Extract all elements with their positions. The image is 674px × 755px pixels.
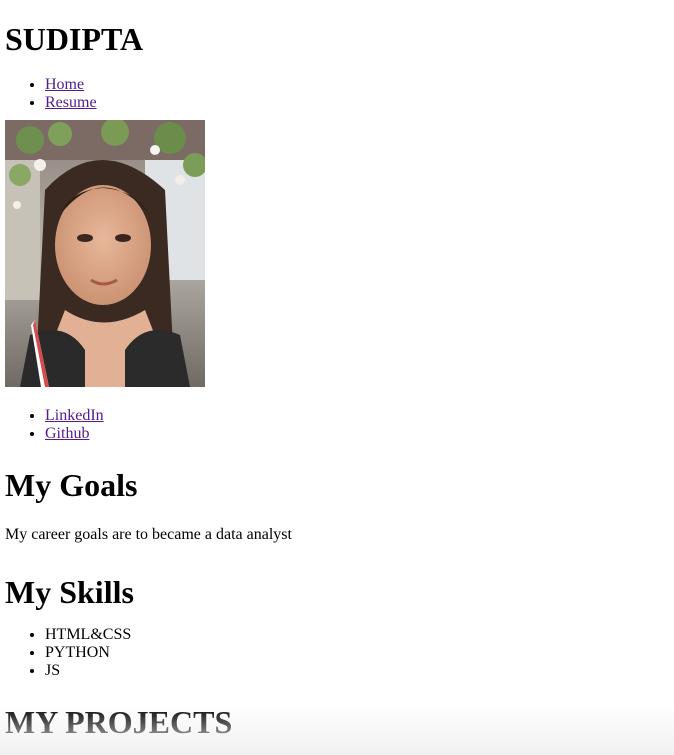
nav-item-home: Home (45, 76, 670, 94)
page: SUDIPTA Home Resume (5, 0, 670, 740)
home-link[interactable]: Home (45, 76, 84, 93)
social-item-github: Github (45, 425, 670, 443)
goals-heading: My Goals (5, 467, 138, 503)
site-title: SUDIPTA (5, 21, 144, 57)
skill-item-js: JS (45, 662, 670, 680)
linkedin-link[interactable]: LinkedIn (45, 407, 104, 424)
profile-photo (5, 120, 205, 387)
goals-text: My career goals are to became a data ana… (5, 526, 292, 543)
github-link[interactable]: Github (45, 425, 89, 442)
skill-item-python: PYTHON (45, 644, 670, 662)
social-links: LinkedIn Github (5, 407, 670, 443)
projects-heading: MY PROJECTS (5, 704, 233, 740)
skill-item-html-css: HTML&CSS (45, 626, 670, 644)
nav-item-resume: Resume (45, 94, 670, 112)
social-item-linkedin: LinkedIn (45, 407, 670, 425)
skills-heading: My Skills (5, 574, 134, 610)
resume-link[interactable]: Resume (45, 94, 97, 111)
skills-list: HTML&CSS PYTHON JS (5, 626, 670, 680)
nav-list: Home Resume (5, 76, 670, 112)
